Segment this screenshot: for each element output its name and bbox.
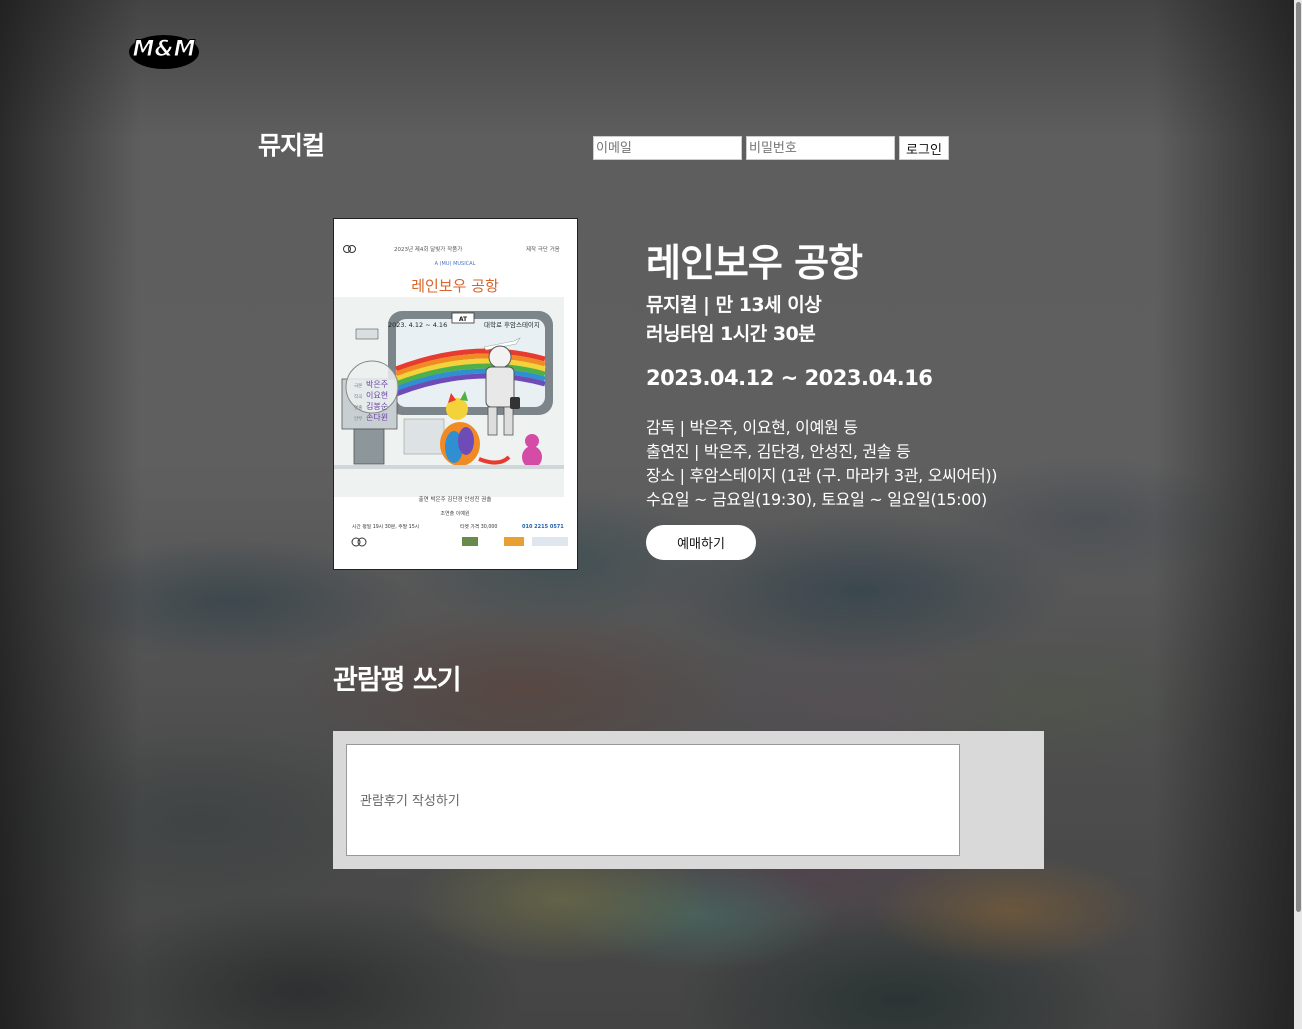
svg-text:이요현: 이요현 [366,390,388,400]
review-heading: 관람평 쓰기 [333,665,462,696]
scrollbar[interactable] [1294,0,1302,1029]
poster-producer: 제작 극단 거음 [526,245,560,253]
background-shade-right [1154,0,1294,1029]
scrollbar-thumb[interactable] [1296,2,1301,912]
show-schedule: 수요일 ~ 금요일(19:30), 토요일 ~ 일요일(15:00) [646,490,987,509]
logo[interactable]: M&M [128,32,200,70]
page-title: 뮤지컬 [258,131,325,160]
review-textarea[interactable] [346,744,960,856]
poster-title: 레인보우 공항 [411,277,499,295]
poster-venue: 대학로 후암스테이지 [484,320,540,329]
poster-price: 티켓 가격 30,000 [460,523,498,530]
poster-phone: 010 2215 0571 [522,524,564,530]
poster-image: 2023년 제4회 달빛가 작품가 제작 극단 거음 A (MU) MUSICA… [334,219,577,569]
show-title: 레인보우 공항 [646,241,863,285]
poster-festival: 2023년 제4회 달빛가 작품가 [394,245,462,253]
svg-text:손다윈: 손다윈 [366,413,388,422]
show-runtime: 러닝타임 1시간 30분 [646,323,816,345]
show-venue: 장소 | 후암스테이지 (1관 (구. 마라카 3관, 오씨어터)) [646,466,998,485]
show-poster: 2023년 제4회 달빛가 작품가 제작 극단 거음 A (MU) MUSICA… [333,218,578,570]
login-button[interactable]: 로그인 [899,136,949,160]
poster-sign: AT [459,316,468,323]
book-button[interactable]: 예매하기 [646,525,756,560]
show-genre-age: 뮤지컬 | 만 13세 이상 [646,294,822,316]
email-field[interactable] [593,136,742,160]
svg-text:김봉순: 김봉순 [366,401,388,411]
review-form [333,731,1044,869]
poster-dates: 2023. 4.12 ~ 4.16 [388,321,447,329]
password-field[interactable] [746,136,895,160]
svg-text:박은주: 박은주 [366,379,388,389]
background-shade-left [0,0,140,1029]
svg-text:작곡: 작곡 [354,393,362,400]
show-dates: 2023.04.12 ~ 2023.04.16 [646,366,933,390]
poster-cast: 출연 박은주 김단경 안성진 권솔 [419,495,492,503]
show-director: 감독 | 박은주, 이요현, 이예원 등 [646,418,858,437]
poster-subtitle: A (MU) MUSICAL [435,261,476,267]
logo-mark: M&M [129,35,199,69]
svg-text:극본: 극본 [354,383,362,389]
show-cast: 출연진 | 박은주, 김단경, 안성진, 권솔 등 [646,442,911,461]
poster-schedule: 시간 평일 19시 30분, 주말 15시 [352,523,419,530]
poster-director: 조연출 이예원 [440,510,470,517]
logo-text: M&M [133,37,196,62]
svg-text:안무: 안무 [354,415,362,422]
svg-text:연출: 연출 [354,404,362,411]
